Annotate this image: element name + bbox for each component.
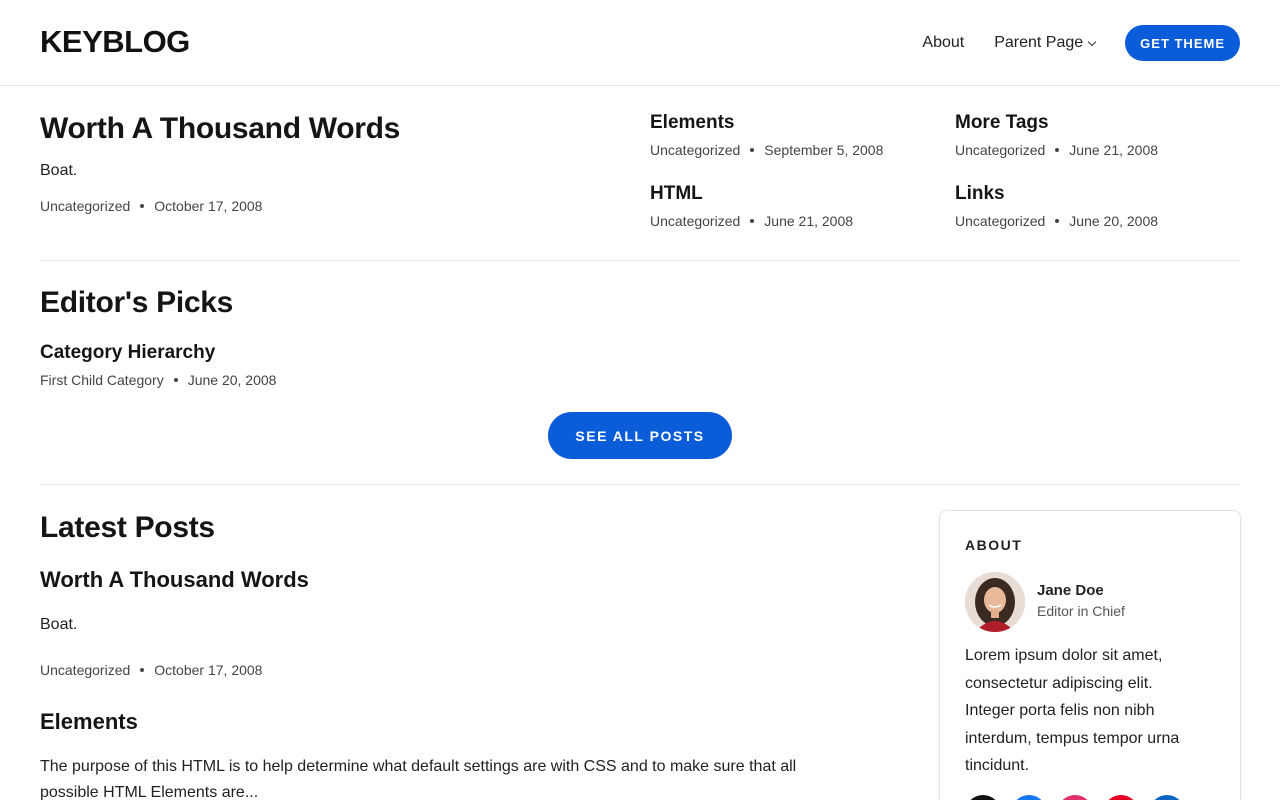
about-text: Lorem ipsum dolor sit amet, consectetur …	[965, 647, 1180, 774]
latest-post-excerpt: The purpose of this HTML is to help dete…	[40, 758, 797, 800]
separator-dot	[750, 219, 755, 223]
post-date: June 20, 2008	[187, 372, 277, 388]
section-divider	[40, 484, 1240, 485]
side-post-meta: Uncategorized September 5, 2008	[650, 142, 883, 158]
post-category-link[interactable]: Uncategorized	[40, 198, 130, 214]
get-theme-button[interactable]: GET THEME	[1125, 25, 1240, 61]
post-category-link[interactable]: Uncategorized	[955, 213, 1045, 229]
separator-dot	[140, 668, 145, 672]
featured-post-excerpt: Boat.	[40, 162, 78, 179]
site-logo[interactable]: KEYBLOG	[40, 24, 190, 60]
latest-post-title[interactable]: Worth A Thousand Words	[40, 567, 309, 593]
side-post-title[interactable]: Links	[955, 183, 1158, 205]
site-header: KEYBLOG About Parent Page GET THEME	[0, 0, 1280, 86]
separator-dot	[140, 204, 145, 208]
side-post-title[interactable]: HTML	[650, 183, 853, 205]
about-label: ABOUT	[965, 537, 1023, 553]
pick-post-meta: First Child Category June 20, 2008	[40, 372, 276, 388]
separator-dot	[173, 378, 178, 382]
see-all-posts-button[interactable]: SEE ALL POSTS	[548, 412, 732, 459]
side-post: Elements Uncategorized September 5, 2008	[650, 112, 883, 158]
post-category-link[interactable]: Uncategorized	[650, 142, 740, 158]
post-category-link[interactable]: Uncategorized	[955, 142, 1045, 158]
facebook-icon[interactable]	[1011, 795, 1047, 800]
linkedin-icon[interactable]	[1149, 795, 1185, 800]
chevron-down-icon	[1087, 37, 1097, 46]
separator-dot	[1055, 219, 1060, 223]
pinterest-icon[interactable]	[1103, 795, 1139, 800]
side-post-title[interactable]: More Tags	[955, 112, 1158, 134]
social-links	[965, 795, 1195, 800]
editors-picks-heading: Editor's Picks	[40, 286, 234, 319]
x-icon[interactable]	[965, 795, 1001, 800]
separator-dot	[1055, 148, 1060, 152]
featured-post-meta: Uncategorized October 17, 2008	[40, 198, 262, 214]
post-category-link[interactable]: Uncategorized	[40, 662, 130, 678]
post-category-link[interactable]: First Child Category	[40, 372, 164, 388]
side-post-meta: Uncategorized June 21, 2008	[955, 142, 1158, 158]
post-date: October 17, 2008	[154, 662, 263, 678]
post-date: September 5, 2008	[764, 142, 884, 158]
nav-about[interactable]: About	[922, 34, 964, 52]
side-post-meta: Uncategorized June 21, 2008	[650, 213, 853, 229]
separator-dot	[750, 148, 755, 152]
post-date: June 21, 2008	[764, 213, 854, 229]
side-post: More Tags Uncategorized June 21, 2008	[955, 112, 1158, 158]
nav-parent-page[interactable]: Parent Page	[994, 34, 1097, 52]
about-card: ABOUT Jane Doe Editor in Chief Lorem ips…	[939, 510, 1241, 800]
section-divider	[40, 260, 1240, 261]
side-post: HTML Uncategorized June 21, 2008	[650, 183, 853, 229]
post-date: June 20, 2008	[1069, 213, 1159, 229]
pick-post-title[interactable]: Category Hierarchy	[40, 342, 215, 364]
post-category-link[interactable]: Uncategorized	[650, 213, 740, 229]
main-nav: About Parent Page GET THEME	[922, 25, 1240, 61]
post-date: June 21, 2008	[1069, 142, 1159, 158]
side-post-meta: Uncategorized June 20, 2008	[955, 213, 1158, 229]
featured-post-title[interactable]: Worth A Thousand Words	[40, 112, 400, 146]
latest-post-excerpt: Boat.	[40, 616, 78, 633]
latest-posts-heading: Latest Posts	[40, 511, 215, 544]
post-date: October 17, 2008	[154, 198, 263, 214]
side-post-title[interactable]: Elements	[650, 112, 883, 134]
latest-post-meta: Uncategorized October 17, 2008	[40, 662, 262, 678]
author-role: Editor in Chief	[1037, 603, 1125, 619]
side-post: Links Uncategorized June 20, 2008	[955, 183, 1158, 229]
avatar	[965, 572, 1025, 632]
nav-parent-page-label: Parent Page	[994, 34, 1084, 51]
author-name: Jane Doe	[1037, 582, 1104, 599]
latest-post-title[interactable]: Elements	[40, 709, 138, 735]
avatar-portrait	[965, 572, 1025, 632]
instagram-icon[interactable]	[1057, 795, 1093, 800]
